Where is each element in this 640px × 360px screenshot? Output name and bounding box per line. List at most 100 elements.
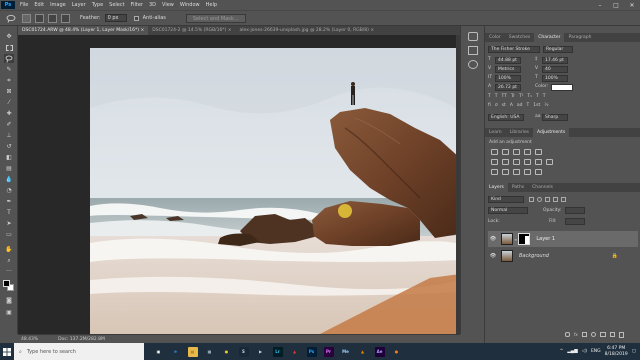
clock[interactable]: 6:47 PM 8/18/2019 (605, 346, 628, 358)
menu-view[interactable]: View (159, 2, 177, 8)
posterize-icon[interactable] (502, 169, 509, 175)
old-style-button[interactable]: σ (495, 103, 498, 108)
type-tool-icon[interactable]: T (4, 208, 14, 217)
menu-select[interactable]: Select (106, 2, 127, 8)
task-view-icon[interactable]: ▣ (153, 346, 164, 357)
menu-layer[interactable]: Layer (69, 2, 89, 8)
media-encoder-icon[interactable]: Me (340, 346, 351, 357)
chain-link-icon[interactable]: ∞ (514, 237, 517, 242)
pixel-filter-icon[interactable] (529, 197, 534, 202)
vlc-icon[interactable]: ▲ (357, 346, 368, 357)
document-tab[interactable]: DSC01724-2 @ 14.5% (RGB/16*) × (148, 26, 235, 35)
zoom-level[interactable]: 48.43% (21, 337, 38, 342)
new-selection-icon[interactable] (22, 13, 31, 23)
tab-swatches[interactable]: Swatches (505, 33, 535, 42)
language-select[interactable]: English: USA (488, 114, 524, 121)
more-tools-icon[interactable]: ··· (4, 267, 14, 276)
zoom-tool-icon[interactable]: ⌕ (4, 256, 14, 265)
hand-tool-icon[interactable]: ✋ (4, 245, 14, 254)
document-tab[interactable]: alex-jones-26639-unsplash.jpg @ 28.2% (L… (236, 26, 379, 35)
document-tab-active[interactable]: DSC01724.ARW @ 48.4% (Layer 1, Layer Mas… (18, 26, 149, 35)
brush-tool-icon[interactable]: ✐ (4, 120, 14, 129)
eraser-tool-icon[interactable]: ◧ (4, 153, 14, 162)
titling-alternates-button[interactable]: T (527, 103, 530, 108)
acrobat-icon[interactable]: ▲ (289, 346, 300, 357)
layer-name[interactable]: Background (519, 253, 549, 259)
text-color-swatch[interactable] (551, 84, 573, 91)
blend-mode-select[interactable]: Normal (488, 207, 528, 214)
vibrance-icon[interactable] (535, 149, 542, 155)
blur-tool-icon[interactable]: 💧 (4, 175, 14, 184)
media-icon[interactable]: ▶ (255, 346, 266, 357)
crop-tool-icon[interactable]: ⌗ (4, 76, 14, 85)
layer-row-layer-1[interactable]: 👁 ∞ Layer 1 (488, 231, 638, 247)
minimize-button[interactable]: – (592, 0, 608, 10)
language-indicator[interactable]: ENG (591, 349, 601, 354)
invert-icon[interactable] (491, 169, 498, 175)
network-icon[interactable]: ▂▄▆ (567, 349, 577, 354)
new-layer-icon[interactable] (609, 332, 615, 337)
faux-bold-button[interactable]: T (488, 94, 491, 99)
lightroom-icon[interactable]: Lr (272, 346, 283, 357)
font-size-input[interactable]: 44.88 pt (495, 57, 521, 64)
swash-button[interactable]: A (510, 103, 513, 108)
photoshop-icon[interactable]: Ps (306, 346, 317, 357)
font-family-select[interactable]: The Fisher Stroke (488, 46, 540, 53)
layer-mask-thumbnail[interactable] (518, 233, 531, 245)
tab-character[interactable]: Character (534, 33, 565, 42)
layer-filter-kind-select[interactable]: Kind (488, 196, 524, 203)
adjustment-filter-icon[interactable] (537, 197, 542, 202)
intersect-selection-icon[interactable] (61, 13, 70, 23)
subscript-button[interactable]: T₁ (527, 94, 532, 99)
clone-stamp-tool-icon[interactable]: ⊥ (4, 131, 14, 140)
trash-icon[interactable] (618, 332, 624, 338)
menu-window[interactable]: Window (177, 2, 203, 8)
marquee-tool-icon[interactable] (4, 43, 14, 52)
tab-paths[interactable]: Paths (508, 183, 528, 192)
brightness-contrast-icon[interactable] (491, 149, 498, 155)
fractions-button[interactable]: ½ (544, 103, 548, 108)
add-to-selection-icon[interactable] (35, 13, 44, 23)
exposure-icon[interactable] (524, 149, 531, 155)
strikethrough-button[interactable]: T (543, 94, 546, 99)
threshold-icon[interactable] (513, 169, 520, 175)
menu-edit[interactable]: Edit (31, 2, 47, 8)
type-filter-icon[interactable] (545, 197, 550, 202)
subtract-from-selection-icon[interactable] (48, 13, 57, 23)
fill-input[interactable] (565, 218, 585, 225)
dodge-tool-icon[interactable]: ◔ (4, 186, 14, 195)
link-icon[interactable] (565, 332, 570, 337)
leading-input[interactable]: 17.46 pt (542, 57, 568, 64)
rectangle-tool-icon[interactable]: ▭ (4, 230, 14, 239)
stylistic-alternates-button[interactable]: ad (517, 103, 523, 108)
baseline-shift-input[interactable]: 26.72 pt (495, 84, 521, 91)
info-icon[interactable] (468, 60, 478, 69)
pen-tool-icon[interactable]: ✒ (4, 197, 14, 206)
opacity-input[interactable] (565, 207, 585, 214)
eyedropper-tool-icon[interactable]: ⁄ (4, 98, 14, 107)
channel-mixer-icon[interactable] (535, 159, 542, 165)
document-size[interactable]: Doc: 137.2M/282.8M (58, 337, 105, 342)
healing-brush-tool-icon[interactable]: ✚ (4, 109, 14, 118)
discretionary-ligatures-button[interactable]: st (502, 103, 506, 108)
layer-name[interactable]: Layer 1 (536, 236, 555, 242)
vertical-scale-input[interactable]: 100% (495, 75, 521, 82)
superscript-button[interactable]: T¹ (519, 94, 524, 99)
underline-button[interactable]: T (536, 94, 539, 99)
kerning-select[interactable]: Metrics (495, 66, 521, 73)
all-caps-button[interactable]: TT (502, 94, 507, 99)
notifications-icon[interactable]: ▢ (632, 349, 636, 354)
close-button[interactable]: ✕ (624, 0, 640, 10)
ligatures-button[interactable]: fi (488, 103, 491, 108)
faux-italic-button[interactable]: T (495, 94, 498, 99)
tab-adjustments[interactable]: Adjustments (533, 128, 570, 137)
menu-image[interactable]: Image (47, 2, 69, 8)
folder-icon[interactable] (599, 332, 606, 337)
properties-icon[interactable] (468, 46, 478, 55)
premiere-icon[interactable]: Pr (323, 346, 334, 357)
firefox-icon[interactable]: ● (391, 346, 402, 357)
smart-object-filter-icon[interactable] (561, 197, 566, 202)
adjustment-icon[interactable] (590, 332, 596, 337)
maximize-button[interactable]: □ (608, 0, 624, 10)
visibility-eye-icon[interactable]: 👁 (488, 236, 498, 242)
